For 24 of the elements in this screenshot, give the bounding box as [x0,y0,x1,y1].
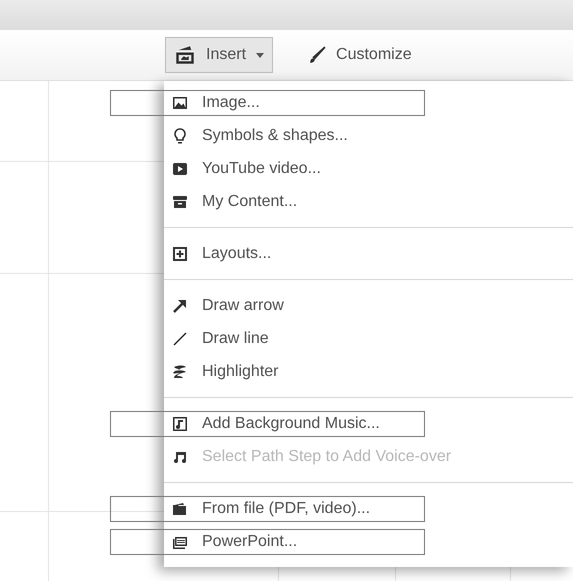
insert-dropdown-button[interactable]: Insert [165,37,274,73]
insert-icon [174,45,196,65]
arrow-icon [172,298,188,314]
line-icon [172,330,188,346]
menu-item[interactable]: Add Background Music... [164,407,573,440]
menu-item[interactable]: My Content... [164,185,573,218]
lightbulb-icon [172,128,188,144]
highlighter-icon [172,364,188,380]
menu-item[interactable]: PowerPoint... [164,525,573,558]
menu-item[interactable]: From file (PDF, video)... [164,492,573,525]
menu-item[interactable]: Highlighter [164,355,573,388]
play-icon [172,160,188,176]
archive-icon [172,194,188,210]
menu-item[interactable]: Draw line [164,322,573,355]
menu-item[interactable]: Symbols & shapes... [164,119,573,152]
menu-item[interactable]: Draw arrow [164,289,573,322]
menu-item[interactable]: Image... [164,86,573,119]
menu-item[interactable]: Layouts... [164,237,573,270]
brush-icon [308,46,326,64]
folder-icon [172,500,188,516]
image-icon [172,94,188,110]
music-file-icon [172,416,188,432]
menu-item[interactable]: YouTube video... [164,152,573,185]
customize-button[interactable]: Customize [299,37,421,73]
